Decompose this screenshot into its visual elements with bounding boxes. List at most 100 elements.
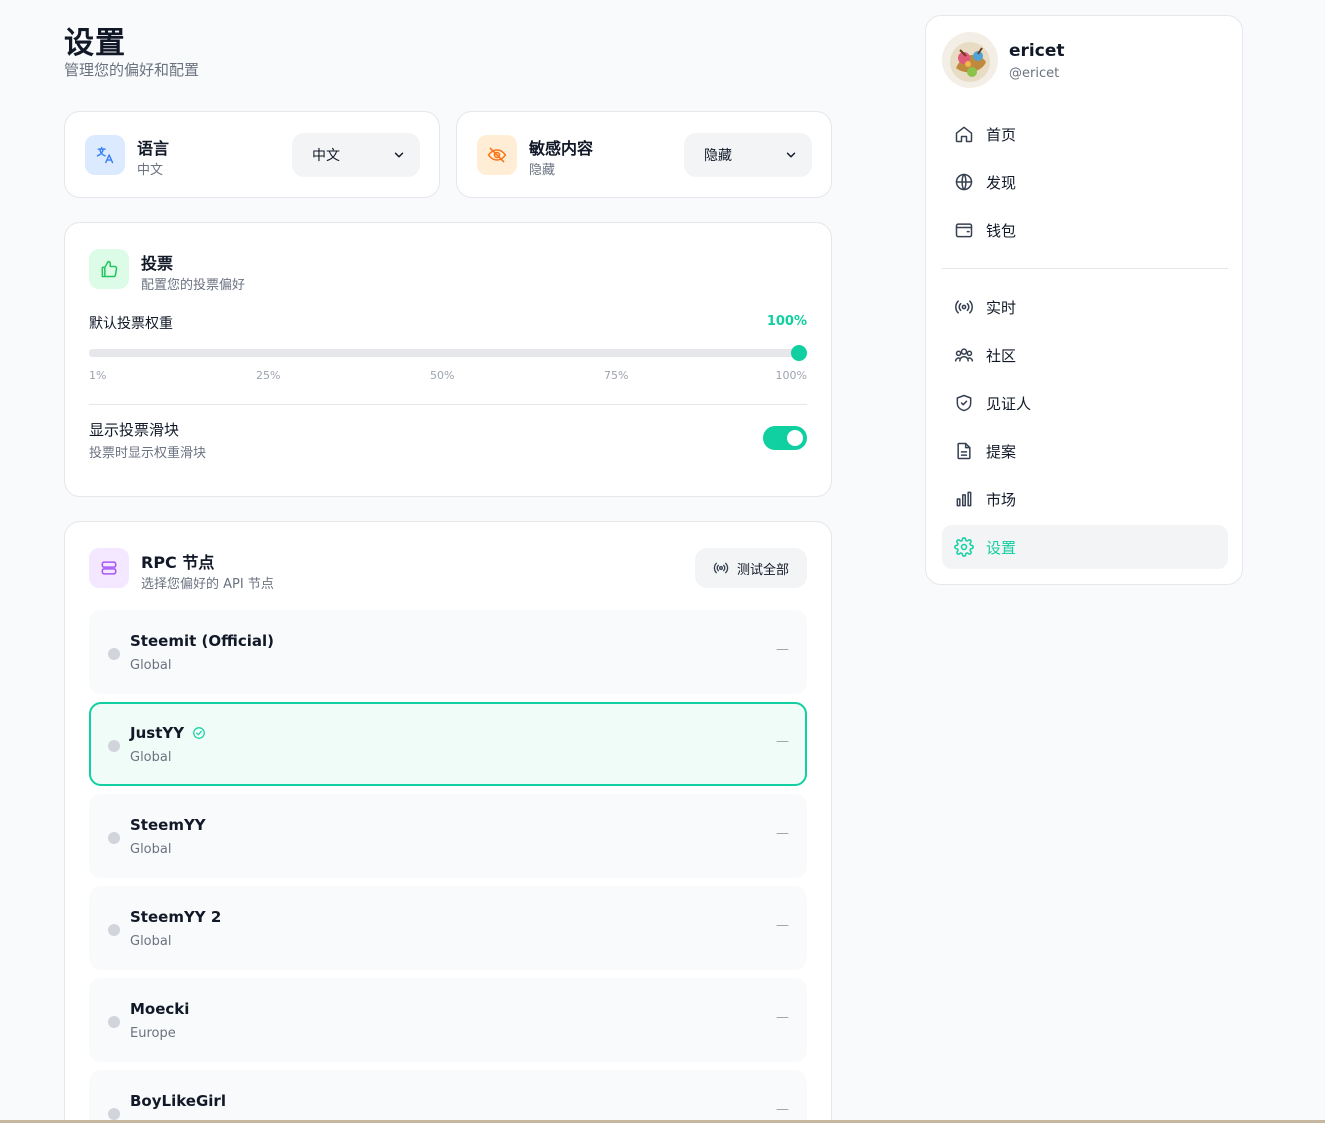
user-handle: @ericet [1009, 66, 1060, 81]
check-circle-icon [193, 727, 205, 739]
node-region: Global [130, 934, 172, 949]
nav-item-market[interactable]: 市场 [942, 477, 1228, 521]
slider-tick: 100% [775, 369, 807, 382]
vote-weight-slider-fill [89, 349, 799, 357]
nav-item-proposals[interactable]: 提案 [942, 429, 1228, 473]
toggle-knob [787, 430, 803, 446]
shield-icon [956, 394, 972, 412]
node-latency: — [776, 642, 789, 657]
node-name: SteemYY 2 [130, 908, 221, 926]
nav-label: 钱包 [986, 221, 1017, 240]
vote-weight-value: 100% [766, 314, 807, 329]
sidebar: ericet @ericet 首页 发现 钱包 实时 社区 见证人 提案 市场 … [925, 15, 1243, 585]
nav-item-home[interactable]: 首页 [942, 112, 1228, 156]
node-name-text: Moecki [130, 1000, 190, 1018]
globe-icon [955, 173, 973, 191]
rpc-node-row[interactable]: BoyLikeGirl — [89, 1070, 807, 1123]
node-status-dot [108, 740, 120, 752]
rpc-node-row[interactable]: SteemYY Global — [89, 794, 807, 878]
node-latency: — [776, 826, 789, 841]
wallet-icon [955, 223, 973, 238]
nav-item-communities[interactable]: 社区 [942, 333, 1228, 377]
language-select[interactable]: 中文 [292, 133, 420, 177]
users-icon [954, 348, 974, 362]
sensitive-select-value: 隐藏 [704, 148, 732, 164]
document-icon [957, 442, 971, 460]
node-region: Europe [130, 1026, 176, 1041]
nav-label: 发现 [986, 173, 1017, 192]
slider-tick: 25% [256, 369, 281, 382]
nav-item-live[interactable]: 实时 [942, 285, 1228, 329]
vote-weight-slider-thumb[interactable] [791, 345, 807, 361]
nav-item-settings[interactable]: 设置 [942, 525, 1228, 569]
gear-icon [954, 537, 974, 557]
page-subtitle: 管理您的偏好和配置 [64, 61, 200, 79]
node-status-dot [108, 1108, 120, 1120]
node-name-text: BoyLikeGirl [130, 1092, 226, 1110]
node-region: Global [130, 842, 172, 857]
nav-label: 社区 [986, 346, 1017, 365]
node-name-text: SteemYY 2 [130, 908, 222, 926]
voting-card: 投票 配置您的投票偏好 默认投票权重 100% 1% 25% 50% 75% 1… [64, 222, 832, 497]
rpc-node-row[interactable]: JustYY Global — [89, 702, 807, 786]
nav-label: 提案 [986, 442, 1017, 461]
node-status-dot [108, 832, 120, 844]
node-status-dot [108, 648, 120, 660]
bar-chart-icon [956, 491, 972, 507]
node-name: Moecki [130, 1000, 189, 1018]
language-select-value: 中文 [312, 148, 340, 164]
avatar[interactable] [942, 32, 998, 88]
rpc-node-row[interactable]: Moecki Europe — [89, 978, 807, 1062]
sensitive-current: 隐藏 [529, 163, 556, 178]
rpc-node-row[interactable]: SteemYY 2 Global — [89, 886, 807, 970]
voting-subtitle: 配置您的投票偏好 [141, 278, 246, 293]
vote-weight-label: 默认投票权重 [89, 316, 173, 332]
show-slider-desc: 投票时显示权重滑块 [89, 446, 207, 461]
node-name: Steemit (Official) [130, 632, 274, 650]
node-name-text: SteemYY [130, 816, 206, 834]
broadcast-icon [713, 562, 729, 574]
thumbs-up-icon [89, 249, 129, 289]
node-name: JustYY [130, 724, 206, 742]
rpc-node-row[interactable]: Steemit (Official) Global — [89, 610, 807, 694]
slider-tick: 50% [430, 369, 455, 382]
node-name-text: JustYY [130, 724, 185, 742]
nav-item-discover[interactable]: 发现 [942, 160, 1228, 204]
language-current: 中文 [137, 163, 164, 178]
nav-label: 见证人 [986, 394, 1032, 413]
vote-weight-slider[interactable] [89, 345, 807, 361]
nav-label: 市场 [986, 490, 1017, 509]
nav-label: 首页 [986, 125, 1017, 144]
home-icon [955, 126, 973, 143]
nav-label: 实时 [986, 298, 1017, 317]
chevron-down-icon [394, 152, 404, 158]
page-title: 设置 [64, 26, 126, 61]
node-latency: — [776, 734, 789, 749]
node-status-dot [108, 1016, 120, 1028]
node-region: Global [130, 750, 172, 765]
translate-icon [85, 135, 125, 175]
nav-item-wallet[interactable]: 钱包 [942, 208, 1228, 252]
node-latency: — [776, 1102, 789, 1117]
voting-title: 投票 [141, 254, 174, 273]
node-region: Global [130, 658, 172, 673]
node-name-text: Steemit (Official) [130, 632, 274, 650]
live-icon [955, 300, 973, 314]
user-name: ericet [1009, 41, 1065, 61]
node-name: BoyLikeGirl [130, 1092, 226, 1110]
nav-item-witnesses[interactable]: 见证人 [942, 381, 1228, 425]
node-latency: — [776, 918, 789, 933]
rpc-subtitle: 选择您偏好的 API 节点 [141, 577, 274, 592]
slider-tick: 75% [604, 369, 629, 382]
node-latency: — [776, 1010, 789, 1025]
show-slider-toggle[interactable] [763, 426, 807, 450]
divider [89, 404, 807, 405]
sensitive-select[interactable]: 隐藏 [684, 133, 812, 177]
eye-off-icon [477, 135, 517, 175]
rpc-title: RPC 节点 [141, 553, 215, 572]
sensitive-title: 敏感内容 [529, 139, 594, 158]
rpc-card: RPC 节点 选择您偏好的 API 节点 测试全部 Steemit (Offic… [64, 521, 832, 1123]
sensitive-card: 敏感内容 隐藏 隐藏 [456, 111, 832, 198]
test-all-button[interactable]: 测试全部 [695, 548, 807, 588]
nav-label: 设置 [986, 538, 1017, 557]
